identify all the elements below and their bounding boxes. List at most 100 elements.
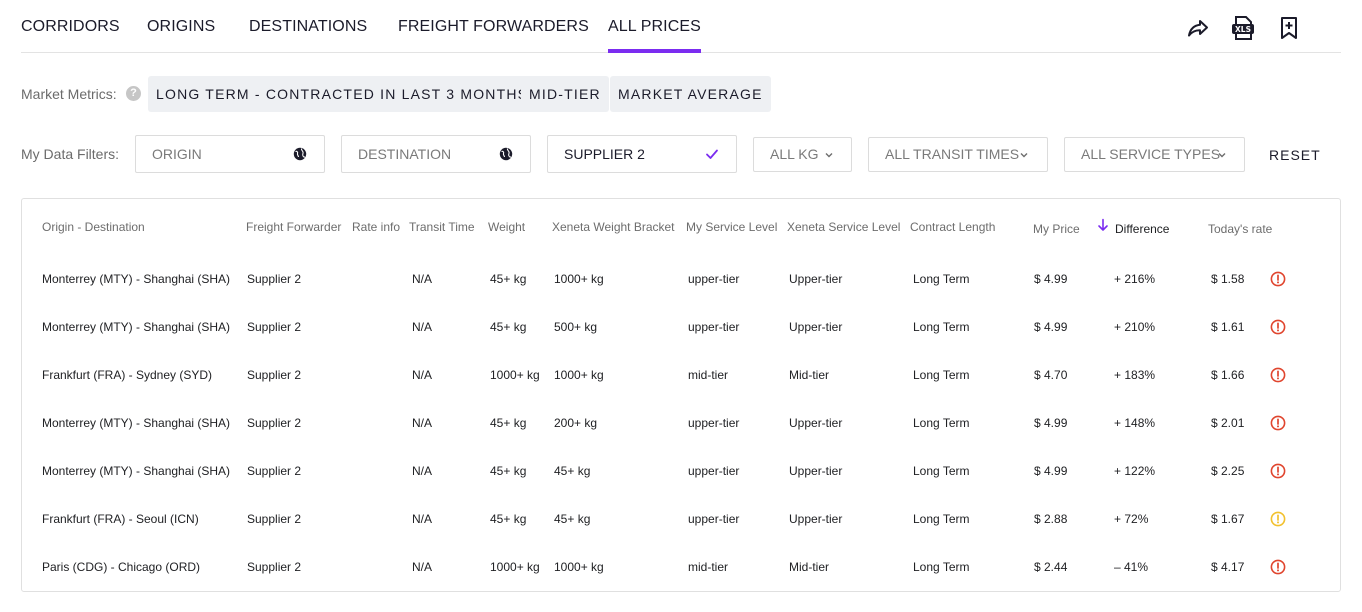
tab-all-prices[interactable]: ALL PRICES	[608, 18, 701, 53]
sort-arrow-down-icon[interactable]	[1097, 218, 1109, 235]
cell-contract: Long Term	[913, 368, 970, 382]
help-icon[interactable]: ?	[126, 86, 141, 101]
cell-weight: 45+ kg	[490, 512, 527, 526]
column-header[interactable]: My Service Level	[686, 220, 777, 234]
metric-chip-tier[interactable]: MID-TIER	[521, 76, 609, 112]
cell-weight: 45+ kg	[490, 416, 527, 430]
cell-my-sl: upper-tier	[688, 272, 740, 286]
cell-contract: Long Term	[913, 464, 970, 478]
cell-today: $ 1.66	[1211, 368, 1245, 382]
origin-filter[interactable]: ORIGIN	[135, 135, 325, 173]
chevron-down-icon	[1019, 138, 1029, 171]
column-header[interactable]: Xeneta Weight Bracket	[552, 220, 675, 234]
cell-xen-sl: Mid-tier	[789, 368, 830, 382]
reset-button[interactable]: RESET	[1269, 147, 1321, 163]
cell-ff: Supplier 2	[247, 416, 302, 430]
column-header[interactable]: Freight Forwarder	[246, 220, 341, 234]
cell-bracket: 500+ kg	[554, 320, 598, 334]
cell-od: Monterrey (MTY) - Shanghai (SHA)	[42, 320, 231, 334]
tab-destinations[interactable]: DESTINATIONS	[249, 18, 367, 36]
data-filters-label: My Data Filters:	[21, 146, 120, 162]
tab-freight-forwarders[interactable]: FREIGHT FORWARDERS	[398, 18, 589, 36]
cell-my-price: $ 4.99	[1034, 464, 1068, 478]
cell-od: Monterrey (MTY) - Shanghai (SHA)	[42, 464, 231, 478]
cell-od: Frankfurt (FRA) - Seoul (ICN)	[42, 512, 199, 526]
cell-weight: 45+ kg	[490, 320, 527, 334]
table-row[interactable]: Monterrey (MTY) - Shanghai (SHA) Supplier…	[22, 463, 1340, 511]
cell-my-sl: upper-tier	[688, 416, 740, 430]
xls-export-icon[interactable]: XLS	[1230, 14, 1256, 42]
transit-time-filter[interactable]: ALL TRANSIT TIMES	[868, 137, 1048, 172]
chevron-down-icon	[824, 138, 834, 171]
cell-today: $ 2.01	[1211, 416, 1245, 430]
cell-transit: N/A	[412, 512, 433, 526]
cell-diff: + 183%	[1114, 368, 1156, 382]
cell-transit: N/A	[412, 320, 433, 334]
alert-icon[interactable]	[1270, 415, 1286, 431]
cell-ff: Supplier 2	[247, 368, 302, 382]
top-nav: CORRIDORS ORIGINS DESTINATIONS FREIGHT F…	[21, 0, 1341, 53]
destination-filter[interactable]: DESTINATION	[341, 135, 531, 173]
table-row[interactable]: Monterrey (MTY) - Shanghai (SHA) Supplier…	[22, 271, 1340, 319]
service-type-filter[interactable]: ALL SERVICE TYPES	[1064, 137, 1245, 172]
cell-weight: 1000+ kg	[490, 368, 540, 382]
alert-icon[interactable]	[1270, 271, 1286, 287]
cell-xen-sl: Upper-tier	[789, 416, 843, 430]
cell-my-price: $ 2.44	[1034, 560, 1068, 574]
alert-icon[interactable]	[1270, 559, 1286, 575]
column-header-sorted[interactable]: Difference	[1115, 222, 1169, 236]
cell-my-sl: mid-tier	[688, 560, 729, 574]
globe-icon	[293, 136, 307, 172]
service-type-filter-value: ALL SERVICE TYPES	[1081, 146, 1221, 162]
cell-my-sl: upper-tier	[688, 464, 740, 478]
weight-filter[interactable]: ALL KG	[753, 137, 852, 172]
table-row[interactable]: Paris (CDG) - Chicago (ORD) Supplier 2 N/A…	[22, 559, 1340, 607]
column-header[interactable]: Contract Length	[910, 220, 995, 234]
cell-bracket: 45+ kg	[554, 464, 591, 478]
cell-ff: Supplier 2	[247, 464, 302, 478]
cell-my-price: $ 4.70	[1034, 368, 1068, 382]
tab-origins[interactable]: ORIGINS	[147, 18, 215, 36]
cell-bracket: 1000+ kg	[554, 368, 604, 382]
warning-icon[interactable]	[1270, 511, 1286, 527]
column-header[interactable]: Rate info	[352, 220, 400, 234]
column-header[interactable]: Weight	[488, 220, 525, 234]
bookmark-icon[interactable]	[1276, 14, 1302, 42]
cell-my-price: $ 4.99	[1034, 416, 1068, 430]
supplier-filter-value: SUPPLIER 2	[564, 146, 645, 162]
cell-bracket: 1000+ kg	[554, 560, 604, 574]
cell-transit: N/A	[412, 560, 433, 574]
cell-my-sl: upper-tier	[688, 512, 740, 526]
destination-filter-placeholder: DESTINATION	[358, 146, 452, 162]
cell-xen-sl: Upper-tier	[789, 512, 843, 526]
table-row[interactable]: Frankfurt (FRA) - Sydney (SYD) Supplier 2…	[22, 367, 1340, 415]
table-row[interactable]: Monterrey (MTY) - Shanghai (SHA) Supplier…	[22, 319, 1340, 367]
metric-chip-contract[interactable]: LONG TERM - CONTRACTED IN LAST 3 MONTHS	[148, 76, 537, 112]
cell-transit: N/A	[412, 464, 433, 478]
alert-icon[interactable]	[1270, 367, 1286, 383]
alert-icon[interactable]	[1270, 463, 1286, 479]
cell-od: Paris (CDG) - Chicago (ORD)	[42, 560, 201, 574]
cell-my-sl: mid-tier	[688, 368, 729, 382]
cell-contract: Long Term	[913, 416, 970, 430]
column-header[interactable]: Transit Time	[409, 220, 475, 234]
cell-weight: 45+ kg	[490, 272, 527, 286]
table-row[interactable]: Frankfurt (FRA) - Seoul (ICN) Supplier 2 N…	[22, 511, 1340, 559]
tab-corridors[interactable]: CORRIDORS	[21, 18, 120, 36]
supplier-filter[interactable]: SUPPLIER 2	[547, 135, 737, 173]
column-header[interactable]: Origin - Destination	[42, 220, 145, 234]
cell-bracket: 45+ kg	[554, 512, 591, 526]
column-header[interactable]: My Price	[1033, 222, 1080, 236]
cell-today: $ 1.58	[1211, 272, 1245, 286]
cell-xen-sl: Upper-tier	[789, 272, 843, 286]
metric-chip-average[interactable]: MARKET AVERAGE	[610, 76, 771, 112]
cell-bracket: 200+ kg	[554, 416, 598, 430]
share-icon[interactable]	[1185, 14, 1211, 42]
weight-filter-value: ALL KG	[770, 146, 819, 162]
alert-icon[interactable]	[1270, 319, 1286, 335]
cell-od: Frankfurt (FRA) - Sydney (SYD)	[42, 368, 213, 382]
column-header[interactable]: Xeneta Service Level	[787, 220, 900, 234]
column-header[interactable]: Today's rate	[1208, 222, 1272, 236]
cell-my-price: $ 4.99	[1034, 320, 1068, 334]
table-row[interactable]: Monterrey (MTY) - Shanghai (SHA) Supplier…	[22, 415, 1340, 463]
